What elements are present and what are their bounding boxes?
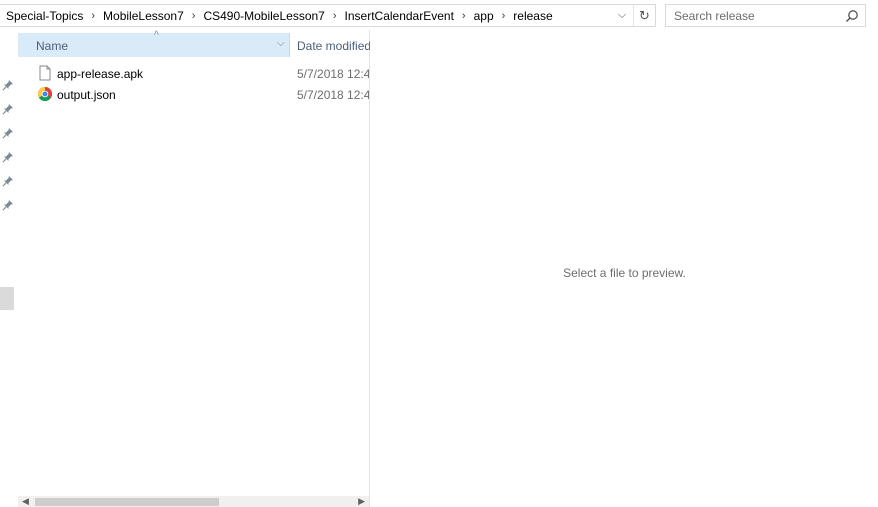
breadcrumb-separator-icon[interactable]: ›	[327, 10, 343, 22]
breadcrumb-separator-icon[interactable]: ›	[186, 10, 202, 22]
breadcrumb-separator-icon[interactable]: ›	[496, 10, 512, 22]
preview-pane: Select a file to preview.	[371, 30, 878, 507]
navigation-scrollbar-thumb[interactable]	[0, 287, 14, 310]
file-date-modified: 5/7/2018 12:4	[297, 67, 369, 81]
pin-icon[interactable]	[2, 79, 14, 91]
breadcrumb-item-mobilelesson7[interactable]: MobileLesson7	[101, 9, 186, 23]
column-header-name-label: Name	[36, 39, 69, 53]
file-list-pane: ^ Name ⌵ Date modified app-release.apk 5…	[18, 30, 370, 507]
scroll-right-arrow-icon[interactable]: ▶	[358, 496, 365, 507]
chrome-icon	[38, 87, 52, 101]
breadcrumb-item-release[interactable]: release	[511, 9, 554, 23]
column-header-row: ^ Name ⌵ Date modified	[18, 30, 370, 57]
navigation-pane	[0, 30, 17, 507]
search-box[interactable]	[665, 4, 866, 27]
horizontal-scrollbar[interactable]: ◀ ▶	[18, 496, 369, 507]
pin-icon[interactable]	[2, 103, 14, 115]
column-header-name[interactable]: ^ Name ⌵	[18, 30, 290, 57]
file-list: app-release.apk 5/7/2018 12:4 output.jso…	[18, 63, 370, 105]
sort-ascending-icon: ^	[154, 30, 159, 41]
column-header-date-label: Date modified	[297, 39, 370, 53]
list-item[interactable]: output.json 5/7/2018 12:4	[18, 84, 370, 105]
scroll-left-arrow-icon[interactable]: ◀	[22, 496, 29, 507]
search-icon[interactable]	[845, 9, 859, 23]
chevron-down-icon[interactable]: ⌵	[613, 5, 631, 26]
file-generic-icon	[39, 65, 51, 81]
file-explorer-window: Special-Topics › MobileLesson7 › CS490-M…	[0, 0, 878, 507]
pin-icon[interactable]	[2, 127, 14, 139]
file-name: app-release.apk	[57, 67, 144, 81]
breadcrumb-separator-icon[interactable]: ›	[85, 10, 101, 22]
file-date-modified: 5/7/2018 12:4	[297, 88, 369, 102]
pin-icon[interactable]	[2, 175, 14, 187]
preview-message: Select a file to preview.	[563, 266, 686, 280]
list-item[interactable]: app-release.apk 5/7/2018 12:4	[18, 63, 370, 84]
pin-icon[interactable]	[2, 199, 14, 211]
breadcrumb-item-insertcalendarevent[interactable]: InsertCalendarEvent	[343, 9, 456, 23]
file-name: output.json	[57, 88, 116, 102]
refresh-icon[interactable]: ↻	[633, 5, 655, 26]
column-header-date-modified[interactable]: Date modified	[291, 33, 370, 57]
breadcrumb-item-special-topics[interactable]: Special-Topics	[4, 9, 85, 23]
breadcrumb-item-app[interactable]: app	[472, 9, 496, 23]
search-input[interactable]	[666, 5, 842, 26]
breadcrumb-separator-icon[interactable]: ›	[456, 10, 472, 22]
pin-icon[interactable]	[2, 151, 14, 163]
address-bar[interactable]: Special-Topics › MobileLesson7 › CS490-M…	[0, 4, 656, 27]
scrollbar-thumb[interactable]	[35, 498, 219, 506]
breadcrumb: Special-Topics › MobileLesson7 › CS490-M…	[4, 5, 555, 26]
chevron-down-icon[interactable]: ⌵	[277, 38, 285, 49]
breadcrumb-item-cs490-mobilelesson7[interactable]: CS490-MobileLesson7	[201, 9, 326, 23]
